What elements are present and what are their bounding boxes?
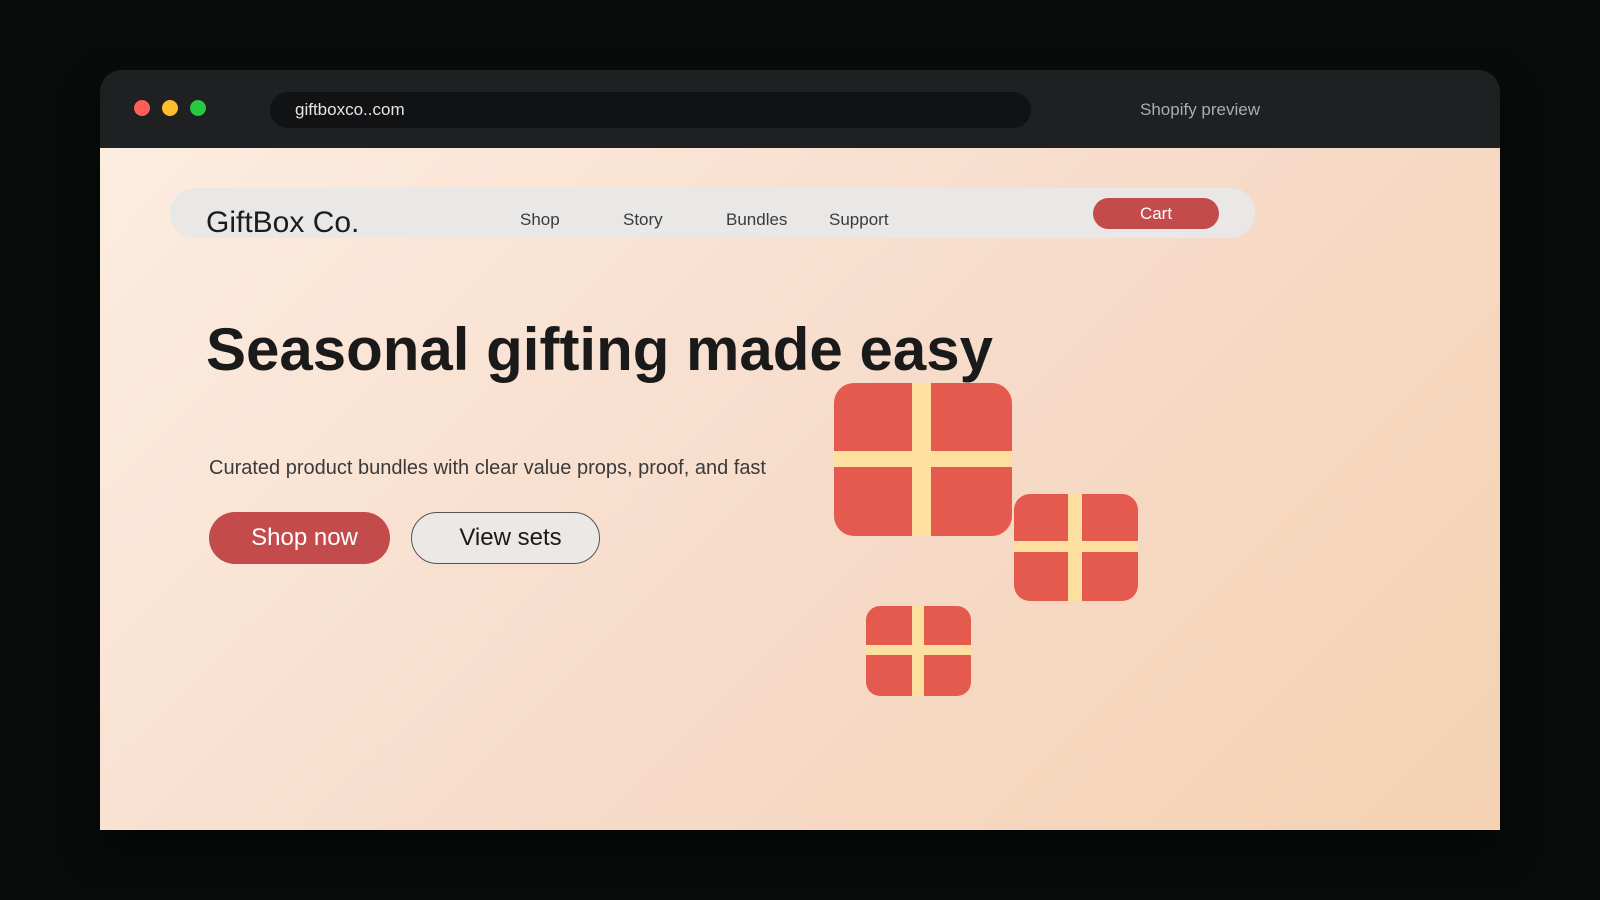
preview-label: Shopify preview [1140,100,1261,119]
minimize-window-button[interactable] [162,100,178,116]
nav-link-shop[interactable]: Shop [520,210,560,230]
browser-titlebar: giftboxco..com Shopify preview [100,70,1500,148]
gift-box-icon [834,383,1012,536]
nav-link-bundles[interactable]: Bundles [726,210,787,230]
gift-box-icon [1014,494,1138,601]
site-logo[interactable]: GiftBox Co. [206,206,359,240]
site-navbar: GiftBox Co. Shop Story Bundles Support C… [170,188,1255,240]
hero-subtext: Curated product bundles with clear value… [209,457,766,479]
ribbon-horizontal [1014,541,1138,552]
browser-window: giftboxco..com Shopify preview GiftBox C… [100,70,1500,830]
nav-link-support[interactable]: Support [829,210,889,230]
view-sets-button[interactable]: View sets [411,512,600,564]
shop-now-button[interactable]: Shop now [209,512,390,564]
cart-button[interactable]: Cart [1093,198,1219,229]
ribbon-horizontal [834,451,1012,467]
ribbon-horizontal [866,645,971,655]
maximize-window-button[interactable] [190,100,206,116]
close-window-button[interactable] [134,100,150,116]
page-viewport: GiftBox Co. Shop Story Bundles Support C… [100,148,1500,830]
gift-box-icon [866,606,971,696]
hero-headline: Seasonal gifting made easy [206,316,993,383]
nav-link-story[interactable]: Story [623,210,663,230]
address-bar[interactable]: giftboxco..com [270,92,1031,128]
